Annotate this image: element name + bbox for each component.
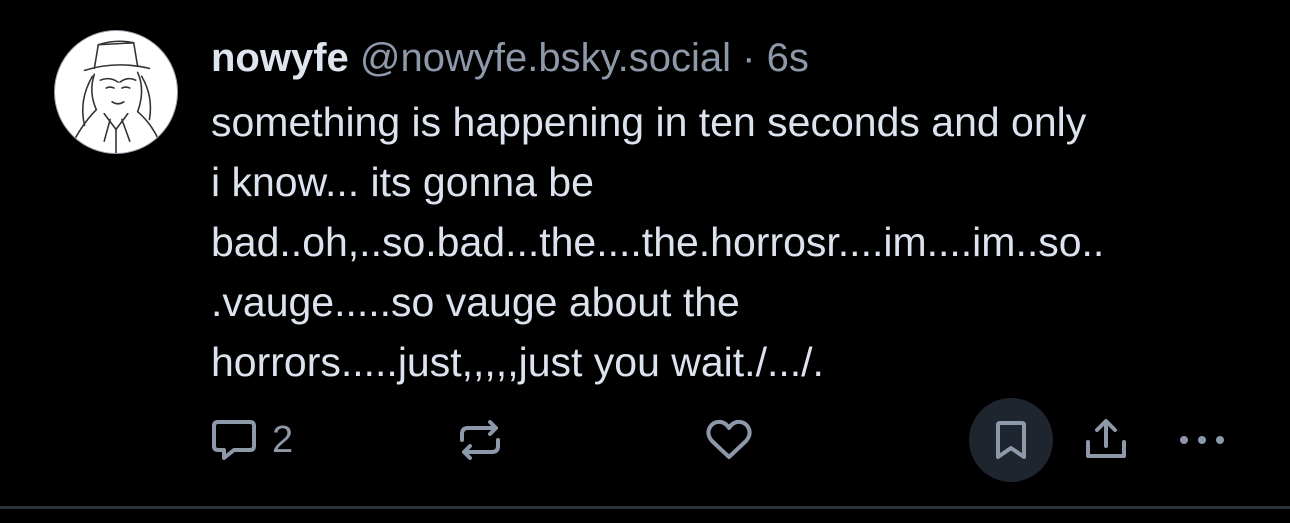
bookmark-button[interactable] — [969, 398, 1053, 482]
author-display-name[interactable]: nowyfe — [211, 36, 349, 80]
share-button[interactable] — [1082, 398, 1130, 482]
repost-button[interactable] — [454, 398, 506, 482]
heart-icon — [706, 419, 752, 459]
post-timestamp[interactable]: 6s — [767, 36, 809, 80]
share-upload-icon — [1086, 419, 1126, 458]
post[interactable]: nowyfe @nowyfe.bsky.social · 6s somethin… — [0, 0, 1290, 506]
avatar[interactable] — [54, 30, 178, 154]
repost-arrows-icon — [460, 420, 500, 460]
post-header: nowyfe @nowyfe.bsky.social · 6s — [211, 34, 809, 82]
avatar-drawing — [73, 40, 161, 153]
bookmark-icon — [996, 421, 1026, 459]
author-handle[interactable]: @nowyfe.bsky.social — [360, 36, 731, 80]
more-options-button[interactable] — [1176, 398, 1228, 482]
speech-bubble-icon — [212, 420, 256, 460]
reply-count: 2 — [272, 418, 294, 461]
post-text: something is happening in ten seconds an… — [211, 99, 1105, 385]
post-divider — [0, 506, 1290, 509]
like-button[interactable] — [704, 398, 754, 482]
header-separator: · — [742, 36, 756, 80]
post-actions: 2 — [0, 398, 1290, 482]
reply-button[interactable]: 2 — [208, 398, 293, 482]
ellipsis-icon — [1180, 436, 1224, 444]
